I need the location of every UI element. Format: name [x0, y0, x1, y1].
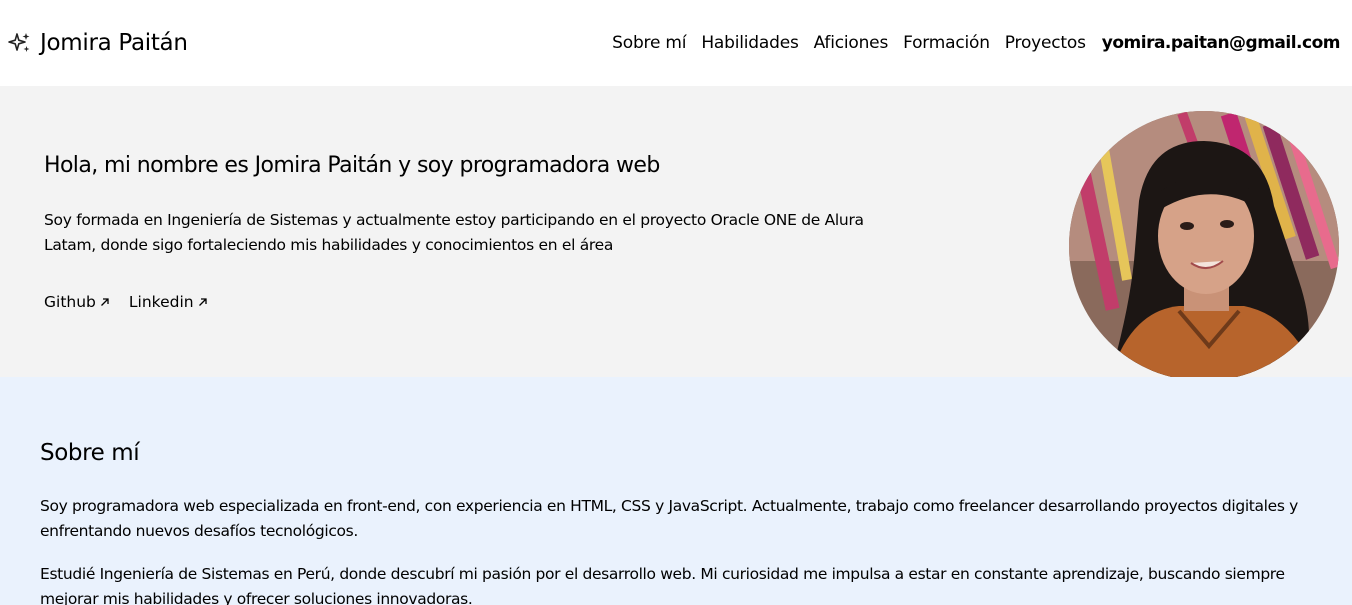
- hero-title: Hola, mi nombre es Jomira Paitán y soy p…: [44, 153, 660, 178]
- nav-link-sobre-mi[interactable]: Sobre mí: [612, 33, 686, 53]
- github-link[interactable]: Github: [44, 293, 110, 311]
- nav-link-formacion[interactable]: Formación: [903, 33, 990, 53]
- nav-link-habilidades[interactable]: Habilidades: [701, 33, 798, 53]
- linkedin-link[interactable]: Linkedin: [129, 293, 208, 311]
- brand[interactable]: Jomira Paitán: [8, 30, 188, 56]
- profile-photo: [1069, 111, 1339, 381]
- about-title: Sobre mí: [40, 440, 140, 466]
- hero-section: Hola, mi nombre es Jomira Paitán y soy p…: [0, 86, 1352, 381]
- hero-description: Soy formada en Ingeniería de Sistemas y …: [44, 211, 864, 254]
- arrow-up-right-icon: [198, 297, 208, 307]
- site-header: Jomira Paitán Sobre mí Habilidades Afici…: [0, 0, 1352, 86]
- main-nav: Sobre mí Habilidades Aficiones Formación…: [612, 33, 1340, 53]
- about-paragraph: Estudié Ingeniería de Sistemas en Perú, …: [40, 565, 1285, 605]
- social-links: Github Linkedin: [44, 293, 208, 311]
- sparkles-icon: [8, 31, 32, 55]
- email-link[interactable]: yomira.paitan@gmail.com: [1102, 33, 1341, 53]
- arrow-up-right-icon: [100, 297, 110, 307]
- linkedin-link-label: Linkedin: [128, 293, 194, 311]
- about-section: Sobre mí Soy programadora web especializ…: [0, 377, 1352, 605]
- about-paragraph: Soy programadora web especializada en fr…: [40, 497, 1298, 540]
- github-link-label: Github: [44, 293, 96, 311]
- brand-name: Jomira Paitán: [40, 30, 188, 56]
- nav-link-proyectos[interactable]: Proyectos: [1005, 33, 1086, 53]
- nav-link-aficiones[interactable]: Aficiones: [814, 33, 889, 53]
